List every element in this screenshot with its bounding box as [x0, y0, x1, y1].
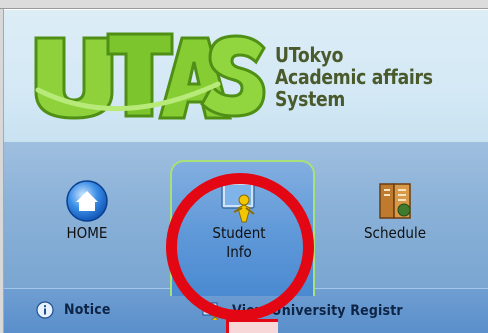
tab-home-label: HOME [66, 224, 108, 242]
site-header: UTokyo Academic affairs System [4, 10, 488, 142]
utas-logo-icon[interactable] [32, 30, 268, 122]
highlight-arrow [226, 319, 278, 333]
schedule-book-icon [379, 183, 411, 219]
logo-title: UTokyo Academic affairs System [275, 44, 433, 110]
highlight-circle [166, 173, 314, 321]
logo-line-2: Academic affairs [275, 65, 433, 89]
browser-window: UTokyo Academic affairs System HOME Stud… [0, 0, 488, 333]
window-left-edge [0, 9, 4, 333]
info-icon [36, 301, 54, 319]
home-globe-icon [66, 180, 108, 222]
window-top-strip [0, 0, 488, 9]
logo-line-3: System [275, 87, 346, 111]
tab-schedule-label: Schedule [363, 224, 427, 242]
logo-line-1: UTokyo [275, 43, 344, 67]
tab-home[interactable]: HOME [32, 178, 142, 243]
sub-nav-notice-label: Notice [64, 302, 111, 318]
tab-schedule[interactable]: Schedule [340, 178, 450, 243]
sub-nav-notice[interactable]: Notice [36, 301, 116, 319]
